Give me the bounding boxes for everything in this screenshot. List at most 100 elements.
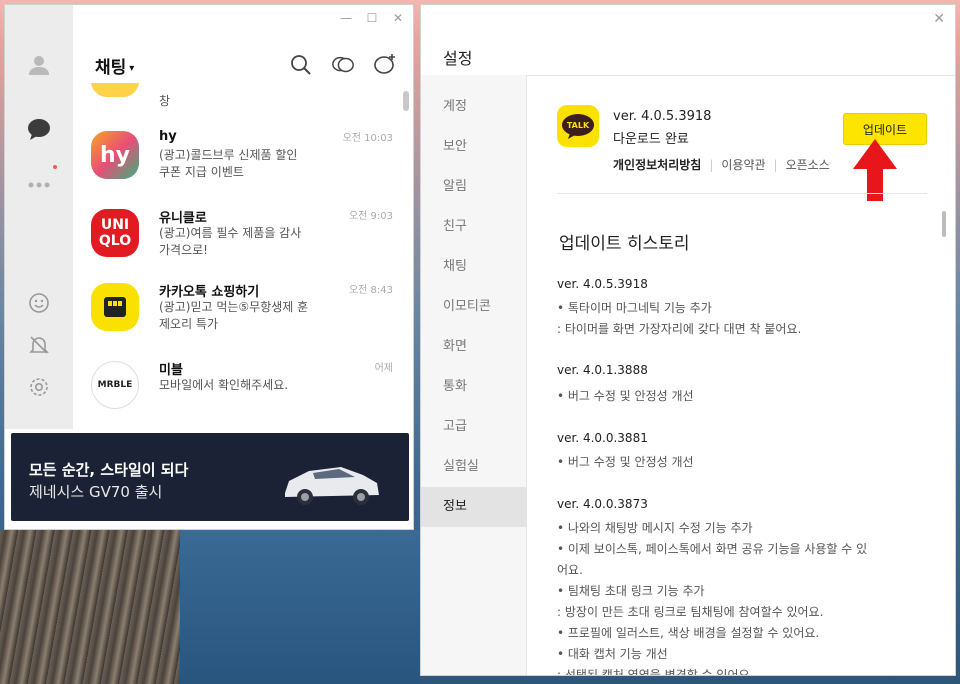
avatar-label: MRBLE — [97, 380, 133, 390]
avatar — [91, 83, 139, 97]
shop-icon — [104, 297, 126, 317]
legal-links: 개인정보처리방침 | 이용약관 | 오픈소스 — [613, 156, 830, 173]
chat-item-uniqlo[interactable]: UNI QLO 유니클로 (광고)여름 필수 제품을 감사 가격으로! 오전 9… — [73, 203, 403, 275]
history-note: 어요. — [557, 563, 583, 577]
settings-scrollbar[interactable] — [942, 211, 946, 237]
history-note: : 타이머를 화면 가장자리에 갖다 대면 착 붙어요. — [557, 322, 802, 336]
chat-name: hy — [159, 129, 177, 144]
avatar: UNI QLO — [91, 209, 139, 257]
chat-name: 미블 — [159, 363, 183, 378]
chat-item-partial[interactable]: 창 — [73, 83, 403, 115]
chat-time: 오전 9:03 — [348, 211, 393, 222]
chat-item-partial-bottom[interactable] — [73, 427, 403, 429]
chat-preview-line: (광고)믿고 먹는⑤무항생제 훈 — [159, 300, 309, 314]
history-note: • 프로필에 일러스트, 색상 배경을 설정할 수 있어요. — [557, 626, 820, 640]
open-chat-icon[interactable] — [331, 53, 355, 77]
chat-bubble-icon[interactable] — [25, 115, 53, 143]
window-controls: — ☐ ✕ — [339, 11, 405, 25]
history-note: • 톡타이머 마그네틱 기능 추가 — [557, 301, 712, 315]
chat-preview: (광고)믿고 먹는⑤무항생제 훈 제오리 특가 — [159, 299, 339, 333]
history-note: : 방장이 만든 초대 링크로 팀채팅에 참여할수 있어요. — [557, 605, 824, 619]
background-dock — [0, 530, 200, 684]
history-note: • 이제 보이스톡, 페이스톡에서 화면 공유 기능을 사용할 수 있 — [557, 542, 868, 556]
settings-sidebar: 계정 보안 알림 친구 채팅 이모티콘 화면 통화 고급 실험실 정보 — [421, 75, 527, 675]
chat-preview-line: 제오리 특가 — [159, 317, 219, 331]
opensource-link[interactable]: 오픈소스 — [786, 158, 830, 172]
chat-time: 오전 8:43 — [348, 285, 393, 296]
gear-icon[interactable] — [25, 373, 53, 401]
emoticon-icon[interactable] — [25, 289, 53, 317]
car-image — [285, 467, 379, 505]
chat-item-mrble[interactable]: MRBLE 미블 모바일에서 확인해주세요. 어제 — [73, 355, 403, 427]
chat-title-dropdown[interactable]: 채팅 ▾ — [95, 53, 134, 78]
terms-link[interactable]: 이용약관 — [721, 158, 765, 172]
sidebar-item-display[interactable]: 화면 — [421, 327, 527, 367]
minimize-button[interactable]: — — [339, 11, 353, 25]
sidebar-item-friends[interactable]: 친구 — [421, 207, 527, 247]
background-water — [180, 530, 420, 684]
sidebar-item-info[interactable]: 정보 — [421, 487, 527, 527]
sidebar-item-notifications[interactable]: 알림 — [421, 167, 527, 207]
close-button[interactable]: ✕ — [391, 11, 405, 25]
kakao-main-window: — ☐ ✕ 채팅 ▾ 창 hy hy (광고)콜드브루 신제품 할인 쿠폰 지급… — [4, 4, 414, 530]
sidebar-item-security[interactable]: 보안 — [421, 127, 527, 167]
sidebar-item-calls[interactable]: 통화 — [421, 367, 527, 407]
privacy-policy-link[interactable]: 개인정보처리방침 — [613, 158, 701, 172]
sidebar-item-labs[interactable]: 실험실 — [421, 447, 527, 487]
search-icon[interactable] — [289, 53, 313, 77]
chat-header: 채팅 ▾ — [73, 45, 413, 85]
current-version: ver. 4.0.5.3918 — [613, 109, 712, 124]
history-note: : 선택된 캡처 영역을 변경할 수 있어요. — [557, 668, 754, 676]
new-chat-icon[interactable] — [373, 53, 397, 77]
avatar — [91, 283, 139, 331]
more-dots-icon[interactable] — [25, 171, 53, 199]
chat-preview-line: (광고)여름 필수 제품을 감사 — [159, 226, 302, 240]
red-arrow-annotation — [853, 139, 897, 201]
chat-name: 카카오톡 쇼핑하기 — [159, 285, 260, 300]
nav-rail — [5, 5, 73, 429]
ad-banner[interactable]: 모든 순간, 스타일이 되다 제네시스 GV70 출시 — [11, 433, 409, 521]
history-version: ver. 4.0.5.3918 — [557, 277, 648, 291]
sidebar-item-chats[interactable]: 채팅 — [421, 247, 527, 287]
sidebar-item-emoticons[interactable]: 이모티콘 — [421, 287, 527, 327]
avatar-label: QLO — [98, 233, 132, 249]
close-icon[interactable]: ✕ — [933, 11, 945, 27]
notification-off-icon[interactable] — [25, 331, 53, 359]
avatar-label: hy — [99, 142, 130, 168]
history-note: • 팀채팅 초대 링크 기능 추가 — [557, 584, 705, 598]
chat-item-kakao-shopping[interactable]: 카카오톡 쇼핑하기 (광고)믿고 먹는⑤무항생제 훈 제오리 특가 오전 8:4… — [73, 277, 403, 349]
sidebar-item-account[interactable]: 계정 — [421, 87, 527, 127]
maximize-button[interactable]: ☐ — [365, 11, 379, 25]
logo-text: TALK — [567, 121, 590, 130]
divider — [527, 75, 955, 76]
chat-preview-line: 쿠폰 지급 이벤트 — [159, 165, 244, 179]
chat-preview: 창 — [159, 94, 171, 108]
chat-preview-line: 모바일에서 확인해주세요. — [159, 378, 289, 392]
divider — [557, 193, 927, 194]
sidebar-item-advanced[interactable]: 고급 — [421, 407, 527, 447]
link-separator: | — [709, 158, 714, 172]
chat-preview: 모바일에서 확인해주세요. — [159, 377, 339, 394]
avatar: hy — [91, 131, 139, 179]
history-note: • 대화 캡처 기능 개선 — [557, 647, 668, 661]
update-history-title: 업데이트 히스토리 — [559, 234, 690, 254]
avatar: MRBLE — [91, 361, 139, 409]
friends-person-icon[interactable] — [25, 51, 53, 79]
download-status: 다운로드 완료 — [613, 132, 689, 147]
history-version: ver. 4.0.0.3873 — [557, 497, 648, 511]
history-note: • 나와의 채팅방 메시지 수정 기능 추가 — [557, 521, 753, 535]
link-separator: | — [773, 158, 778, 172]
chat-name: 유니클로 — [159, 211, 207, 226]
ad-subline: 제네시스 GV70 출시 — [29, 483, 163, 501]
chat-item-hy[interactable]: hy hy (광고)콜드브루 신제품 할인 쿠폰 지급 이벤트 오전 10:03 — [73, 125, 403, 197]
chat-list-scrollbar[interactable] — [403, 91, 409, 111]
chat-title: 채팅 — [95, 58, 127, 78]
chat-preview-line: (광고)콜드브루 신제품 할인 — [159, 148, 298, 162]
chat-time: 어제 — [374, 363, 393, 374]
history-note: • 버그 수정 및 안정성 개선 — [557, 389, 694, 403]
chat-list: 창 hy hy (광고)콜드브루 신제품 할인 쿠폰 지급 이벤트 오전 10:… — [73, 83, 403, 429]
chat-time: 오전 10:03 — [342, 133, 393, 144]
chat-preview: (광고)콜드브루 신제품 할인 쿠폰 지급 이벤트 — [159, 147, 339, 181]
history-note: • 버그 수정 및 안정성 개선 — [557, 455, 694, 469]
kakaotalk-logo: TALK — [557, 105, 599, 147]
